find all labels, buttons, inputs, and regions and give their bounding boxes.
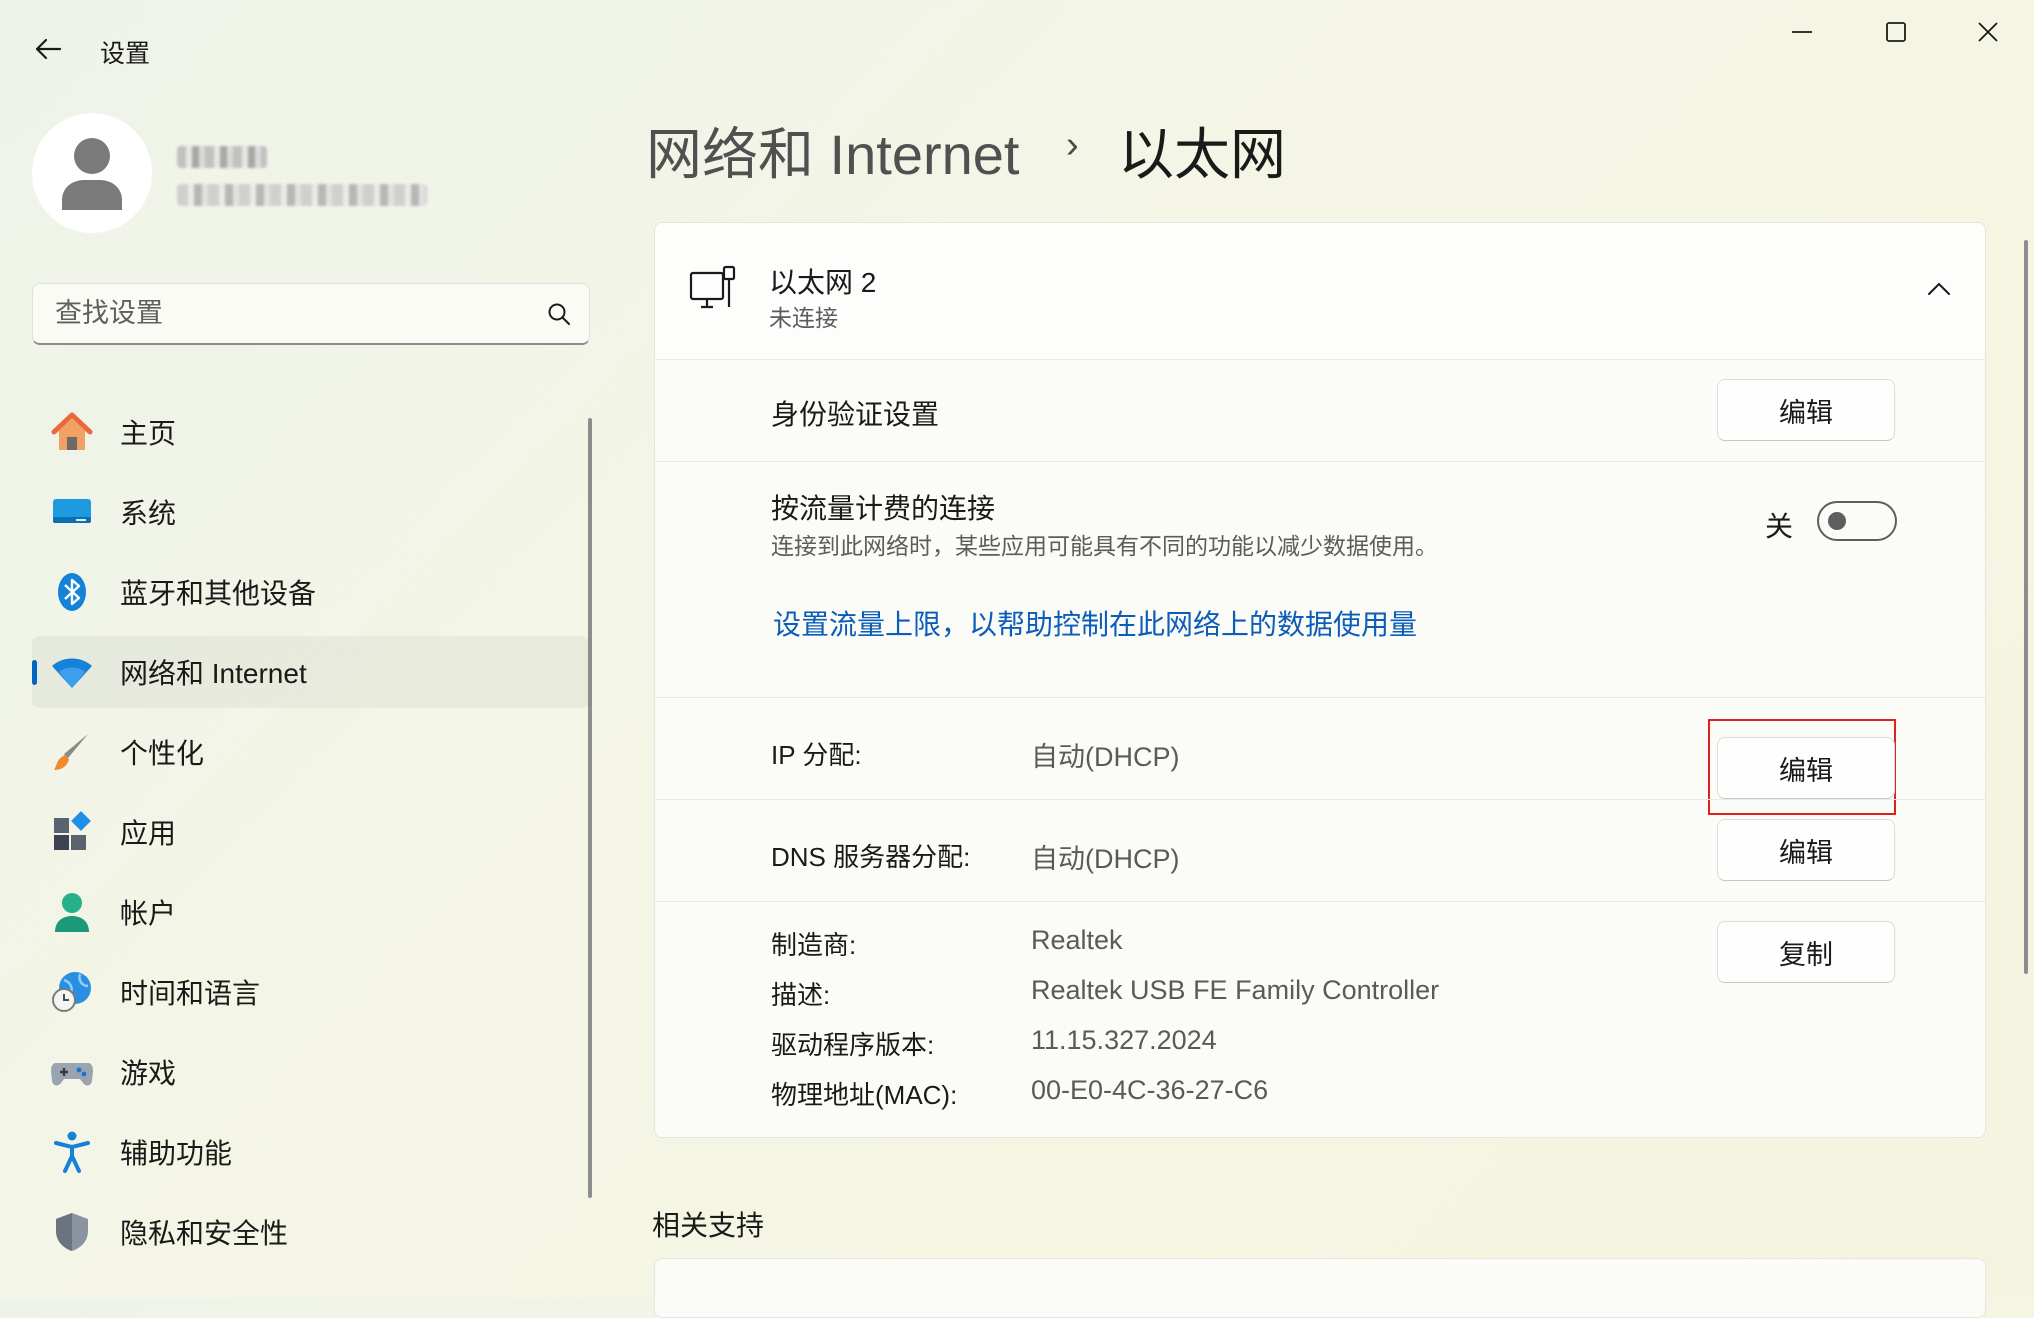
chevron-up-icon[interactable] xyxy=(1927,281,1951,297)
divider xyxy=(655,461,1985,462)
auth-edit-button[interactable]: 编辑 xyxy=(1717,379,1895,441)
sidebar-item-label: 主页 xyxy=(120,418,177,449)
user-email-redacted xyxy=(177,184,427,206)
divider xyxy=(655,799,1985,800)
maximize-button[interactable] xyxy=(1850,0,1942,64)
system-icon xyxy=(50,490,94,534)
sidebar-item-personalization[interactable]: 个性化 xyxy=(32,716,590,788)
search-button[interactable] xyxy=(529,284,589,343)
account-icon xyxy=(50,890,94,934)
copy-button[interactable]: 复制 xyxy=(1717,921,1895,983)
related-support-card xyxy=(654,1258,1986,1318)
adapter-status: 未连接 xyxy=(769,305,838,331)
ip-assignment-value: 自动(DHCP) xyxy=(1031,742,1180,772)
sidebar-item-bluetooth[interactable]: 蓝牙和其他设备 xyxy=(32,556,590,628)
manufacturer-value: Realtek xyxy=(1031,925,1123,955)
bluetooth-icon xyxy=(50,570,94,614)
brush-icon xyxy=(50,730,94,774)
mac-address-label: 物理地址(MAC): xyxy=(771,1080,958,1110)
sidebar-item-label: 个性化 xyxy=(120,738,205,769)
shield-icon xyxy=(50,1210,94,1254)
back-button[interactable] xyxy=(18,22,78,76)
sidebar-item-time-language[interactable]: 时间和语言 xyxy=(32,956,590,1028)
minimize-icon xyxy=(1792,31,1812,33)
sidebar-item-label: 网络和 Internet xyxy=(120,658,307,689)
sidebar-item-privacy[interactable]: 隐私和安全性 xyxy=(32,1196,590,1268)
driver-version-value: 11.15.327.2024 xyxy=(1031,1025,1217,1055)
search-box[interactable] xyxy=(32,283,590,345)
sidebar-item-label: 帐户 xyxy=(120,898,177,929)
data-limit-link[interactable]: 设置流量上限，以帮助控制在此网络上的数据使用量 xyxy=(773,603,1417,643)
ip-assignment-label: IP 分配: xyxy=(771,740,862,770)
time-language-icon xyxy=(50,970,94,1014)
maximize-icon xyxy=(1886,22,1906,42)
metered-label: 按流量计费的连接 xyxy=(771,493,996,524)
home-icon xyxy=(50,410,94,454)
mac-address-value: 00-E0-4C-36-27-C6 xyxy=(1031,1075,1269,1105)
metered-toggle[interactable] xyxy=(1817,501,1897,541)
search-icon xyxy=(548,303,570,325)
back-arrow-icon xyxy=(35,38,62,60)
sidebar-item-label: 蓝牙和其他设备 xyxy=(120,578,317,609)
sidebar-item-label: 系统 xyxy=(120,498,177,529)
accessibility-icon xyxy=(50,1130,94,1174)
divider xyxy=(655,901,1985,902)
dns-assignment-value: 自动(DHCP) xyxy=(1031,844,1180,874)
dns-assignment-label: DNS 服务器分配: xyxy=(771,842,971,872)
app-title: 设置 xyxy=(100,40,151,68)
main-scrollbar[interactable] xyxy=(2024,240,2028,974)
toggle-knob xyxy=(1828,512,1846,530)
adapter-name: 以太网 2 xyxy=(769,267,877,298)
user-name-redacted xyxy=(177,146,267,168)
sidebar-item-apps[interactable]: 应用 xyxy=(32,796,590,868)
search-input[interactable] xyxy=(53,297,529,330)
sidebar-item-label: 辅助功能 xyxy=(120,1138,233,1169)
close-button[interactable] xyxy=(1942,0,2034,64)
breadcrumb-parent[interactable]: 网络和 Internet xyxy=(646,110,1019,191)
page-title: 以太网 xyxy=(1118,123,1286,186)
sidebar-nav: 主页 系统 蓝牙和其他设备 网络和 Internet 个性化 应用 帐户 时间和… xyxy=(32,396,590,1276)
sidebar-item-gaming[interactable]: 游戏 xyxy=(32,1036,590,1108)
gamepad-icon xyxy=(50,1050,94,1094)
sidebar-item-label: 时间和语言 xyxy=(120,978,261,1009)
apps-icon xyxy=(50,810,94,854)
driver-version-label: 驱动程序版本: xyxy=(771,1030,935,1060)
avatar[interactable] xyxy=(32,113,152,233)
sidebar-item-label: 隐私和安全性 xyxy=(120,1218,289,1249)
sidebar-scrollbar[interactable] xyxy=(588,418,592,1198)
sidebar-item-accessibility[interactable]: 辅助功能 xyxy=(32,1116,590,1188)
adapter-header[interactable]: 以太网 2 未连接 xyxy=(655,223,1985,360)
divider xyxy=(655,697,1985,698)
metered-toggle-state: 关 xyxy=(1765,511,1794,542)
sidebar-item-accounts[interactable]: 帐户 xyxy=(32,876,590,948)
user-icon xyxy=(62,138,122,210)
breadcrumb-separator: › xyxy=(1066,124,1079,166)
manufacturer-label: 制造商: xyxy=(771,930,857,960)
network-icon xyxy=(50,650,94,694)
sidebar-item-system[interactable]: 系统 xyxy=(32,476,590,548)
dns-edit-button[interactable]: 编辑 xyxy=(1717,819,1895,881)
sidebar-item-label: 游戏 xyxy=(120,1058,177,1089)
sidebar-item-home[interactable]: 主页 xyxy=(32,396,590,468)
ethernet-icon xyxy=(689,265,736,309)
metered-description: 连接到此网络时，某些应用可能具有不同的功能以减少数据使用。 xyxy=(771,533,1438,559)
minimize-button[interactable] xyxy=(1756,0,1848,64)
description-label: 描述: xyxy=(771,980,831,1010)
auth-settings-label: 身份验证设置 xyxy=(771,399,940,430)
description-value: Realtek USB FE Family Controller xyxy=(1031,975,1440,1005)
close-icon xyxy=(1978,22,1998,42)
related-support-title: 相关支持 xyxy=(652,1210,765,1241)
ethernet-adapter-card: 以太网 2 未连接 身份验证设置 编辑 按流量计费的连接 连接到此网络时，某些应… xyxy=(654,222,1986,1138)
sidebar-item-label: 应用 xyxy=(120,818,177,849)
sidebar-item-network[interactable]: 网络和 Internet xyxy=(32,636,590,708)
ip-edit-button[interactable]: 编辑 xyxy=(1717,737,1895,799)
